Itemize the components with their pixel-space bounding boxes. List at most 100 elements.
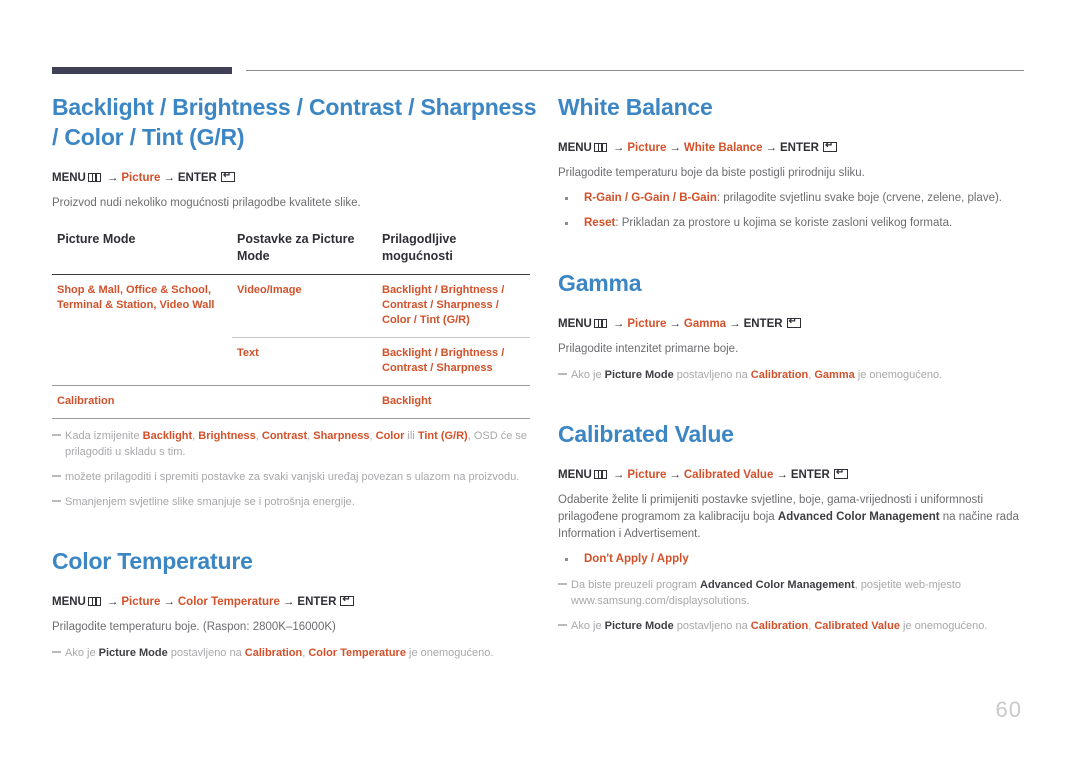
list-item: R-Gain / G-Gain / B-Gain: prilagodite sv… (558, 190, 1038, 207)
note-item: Smanjenjem svjetline slike smanjuje se i… (52, 494, 542, 510)
header-rule (52, 67, 1024, 75)
note-term: Brightness (198, 430, 256, 442)
menu-label: MENU (558, 318, 592, 330)
note-term: Picture Mode (604, 369, 674, 381)
arrow-icon: → (765, 142, 777, 154)
note-term: Calibration (750, 620, 809, 632)
note-item: Ako je Picture Mode postavljeno na Calib… (558, 618, 1038, 634)
menu-path-picture-label: Picture (121, 596, 161, 608)
arrow-icon: → (669, 318, 681, 330)
enter-return-icon: ↵ (340, 596, 355, 606)
cell-mode: Shop & Mall, Office & School, Terminal &… (57, 284, 215, 311)
table-header-options: Prilagodljive mogućnosti (377, 231, 530, 275)
note-term: Color Temperature (308, 647, 406, 659)
menu-path-white-balance: MENU → Picture → White Balance → ENTER ↵ (558, 140, 1038, 156)
rule-cell (232, 418, 377, 419)
note-text: Ako je (65, 647, 99, 659)
section-title-backlight: Backlight / Brightness / Contrast / Shar… (52, 94, 537, 150)
menu-grid-icon (593, 143, 607, 152)
menu-path-picture-label: Picture (627, 469, 667, 481)
gamma-body: Prilagodite intenzitet primarne boje. (558, 343, 739, 355)
cell-mode: Calibration (52, 385, 232, 419)
note-text: je onemogućeno. (854, 369, 943, 381)
enter-label: ENTER (297, 596, 337, 608)
table-header-settings: Postavke za Picture Mode (232, 231, 377, 275)
section-title-white-balance: White Balance (558, 94, 713, 120)
arrow-icon: → (669, 142, 681, 154)
cell-options: Backlight / Brightness / Contrast / Shar… (382, 284, 505, 326)
bullet-term: Don't Apply / Apply (584, 553, 689, 565)
arrow-icon: → (612, 318, 625, 330)
note-text: ili (404, 430, 418, 442)
menu-path-color-temperature: MENU → Picture → Color Temperature → ENTER ↵ (52, 594, 542, 610)
cell-setting: Video/Image (237, 284, 302, 296)
menu-path-leaf-label: Gamma (683, 318, 727, 330)
cell-setting (232, 385, 377, 419)
arrow-icon: → (106, 172, 119, 184)
menu-path-picture-label: Picture (627, 142, 667, 154)
menu-path-leaf-label: White Balance (683, 142, 763, 154)
note-text: Ako je (571, 369, 605, 381)
menu-path-picture-label: Picture (627, 318, 667, 330)
arrow-icon: → (669, 469, 681, 481)
note-text: je onemogućeno. (405, 647, 494, 659)
note-text: postavljeno na (673, 620, 751, 632)
menu-grid-icon (593, 319, 607, 328)
note-text: postavljeno na (167, 647, 245, 659)
picture-mode-table: Picture Mode Postavke za Picture Mode Pr… (52, 231, 530, 419)
header-rule-thin (246, 70, 1024, 71)
note-term: Calibrated Value (814, 620, 900, 632)
menu-path-leaf-label: Color Temperature (177, 596, 280, 608)
body-term: Advanced Color Management (777, 511, 940, 523)
list-item: Don't Apply / Apply (558, 551, 1038, 568)
menu-path-picture-label: Picture (121, 172, 161, 184)
arrow-icon: → (106, 596, 119, 608)
bullet-desc: : prilagodite svjetlinu svake boje (crve… (716, 192, 1003, 204)
menu-label: MENU (52, 596, 86, 608)
enter-return-icon: ↵ (833, 469, 848, 479)
cell-options: Backlight / Brightness / Contrast / Shar… (377, 337, 530, 386)
arrow-icon: → (729, 318, 741, 330)
section-title-gamma: Gamma (558, 270, 642, 296)
note-text: je onemogućeno. (899, 620, 988, 632)
enter-return-icon: ↵ (220, 172, 235, 182)
bullet-desc: : Prikladan za prostore u kojima se kori… (615, 217, 953, 229)
arrow-icon: → (776, 469, 788, 481)
note-item: Da biste preuzeli program Advanced Color… (558, 577, 1038, 609)
arrow-icon: → (163, 596, 175, 608)
menu-path-picture: MENU → Picture → ENTER ↵ (52, 170, 542, 186)
menu-grid-icon (87, 597, 101, 606)
enter-label: ENTER (779, 142, 819, 154)
table-row: Shop & Mall, Office & School, Terminal &… (52, 275, 530, 338)
menu-grid-icon (87, 173, 101, 182)
note-term: Sharpness (313, 430, 370, 442)
note-term: Calibration (750, 369, 809, 381)
menu-label: MENU (52, 172, 86, 184)
note-term: Gamma (814, 369, 855, 381)
table-header-row: Picture Mode Postavke za Picture Mode Pr… (52, 231, 530, 275)
left-column: Backlight / Brightness / Contrast / Shar… (52, 92, 542, 661)
note-item: Ako je Picture Mode postavljeno na Calib… (558, 367, 1038, 383)
table-bottom-rule (52, 418, 530, 419)
table-header-picture-mode: Picture Mode (52, 231, 232, 275)
table-row: Calibration Backlight (52, 385, 530, 419)
enter-label: ENTER (177, 172, 217, 184)
note-item: možete prilagoditi i spremiti postavke z… (52, 469, 542, 485)
rule-cell (52, 418, 232, 419)
enter-label: ENTER (743, 318, 783, 330)
menu-path-leaf-label: Calibrated Value (683, 469, 774, 481)
note-text: Da biste preuzeli program (571, 579, 701, 591)
note-term: Picture Mode (604, 620, 674, 632)
bullet-term: Reset (584, 217, 616, 229)
calibrated-value-body: Odaberite želite li primijeniti postavke… (558, 492, 1038, 543)
arrow-icon: → (612, 469, 625, 481)
bullet-term: R-Gain / G-Gain / B-Gain (584, 192, 717, 204)
header-rule-thick (52, 67, 232, 74)
note-text: Ako je (571, 620, 605, 632)
note-term: Contrast (261, 430, 308, 442)
note-text: postavljeno na (673, 369, 751, 381)
rule-cell (377, 418, 530, 419)
arrow-icon: → (282, 596, 295, 608)
note-term: Calibration (244, 647, 303, 659)
note-text: Kada izmijenite (65, 430, 143, 442)
